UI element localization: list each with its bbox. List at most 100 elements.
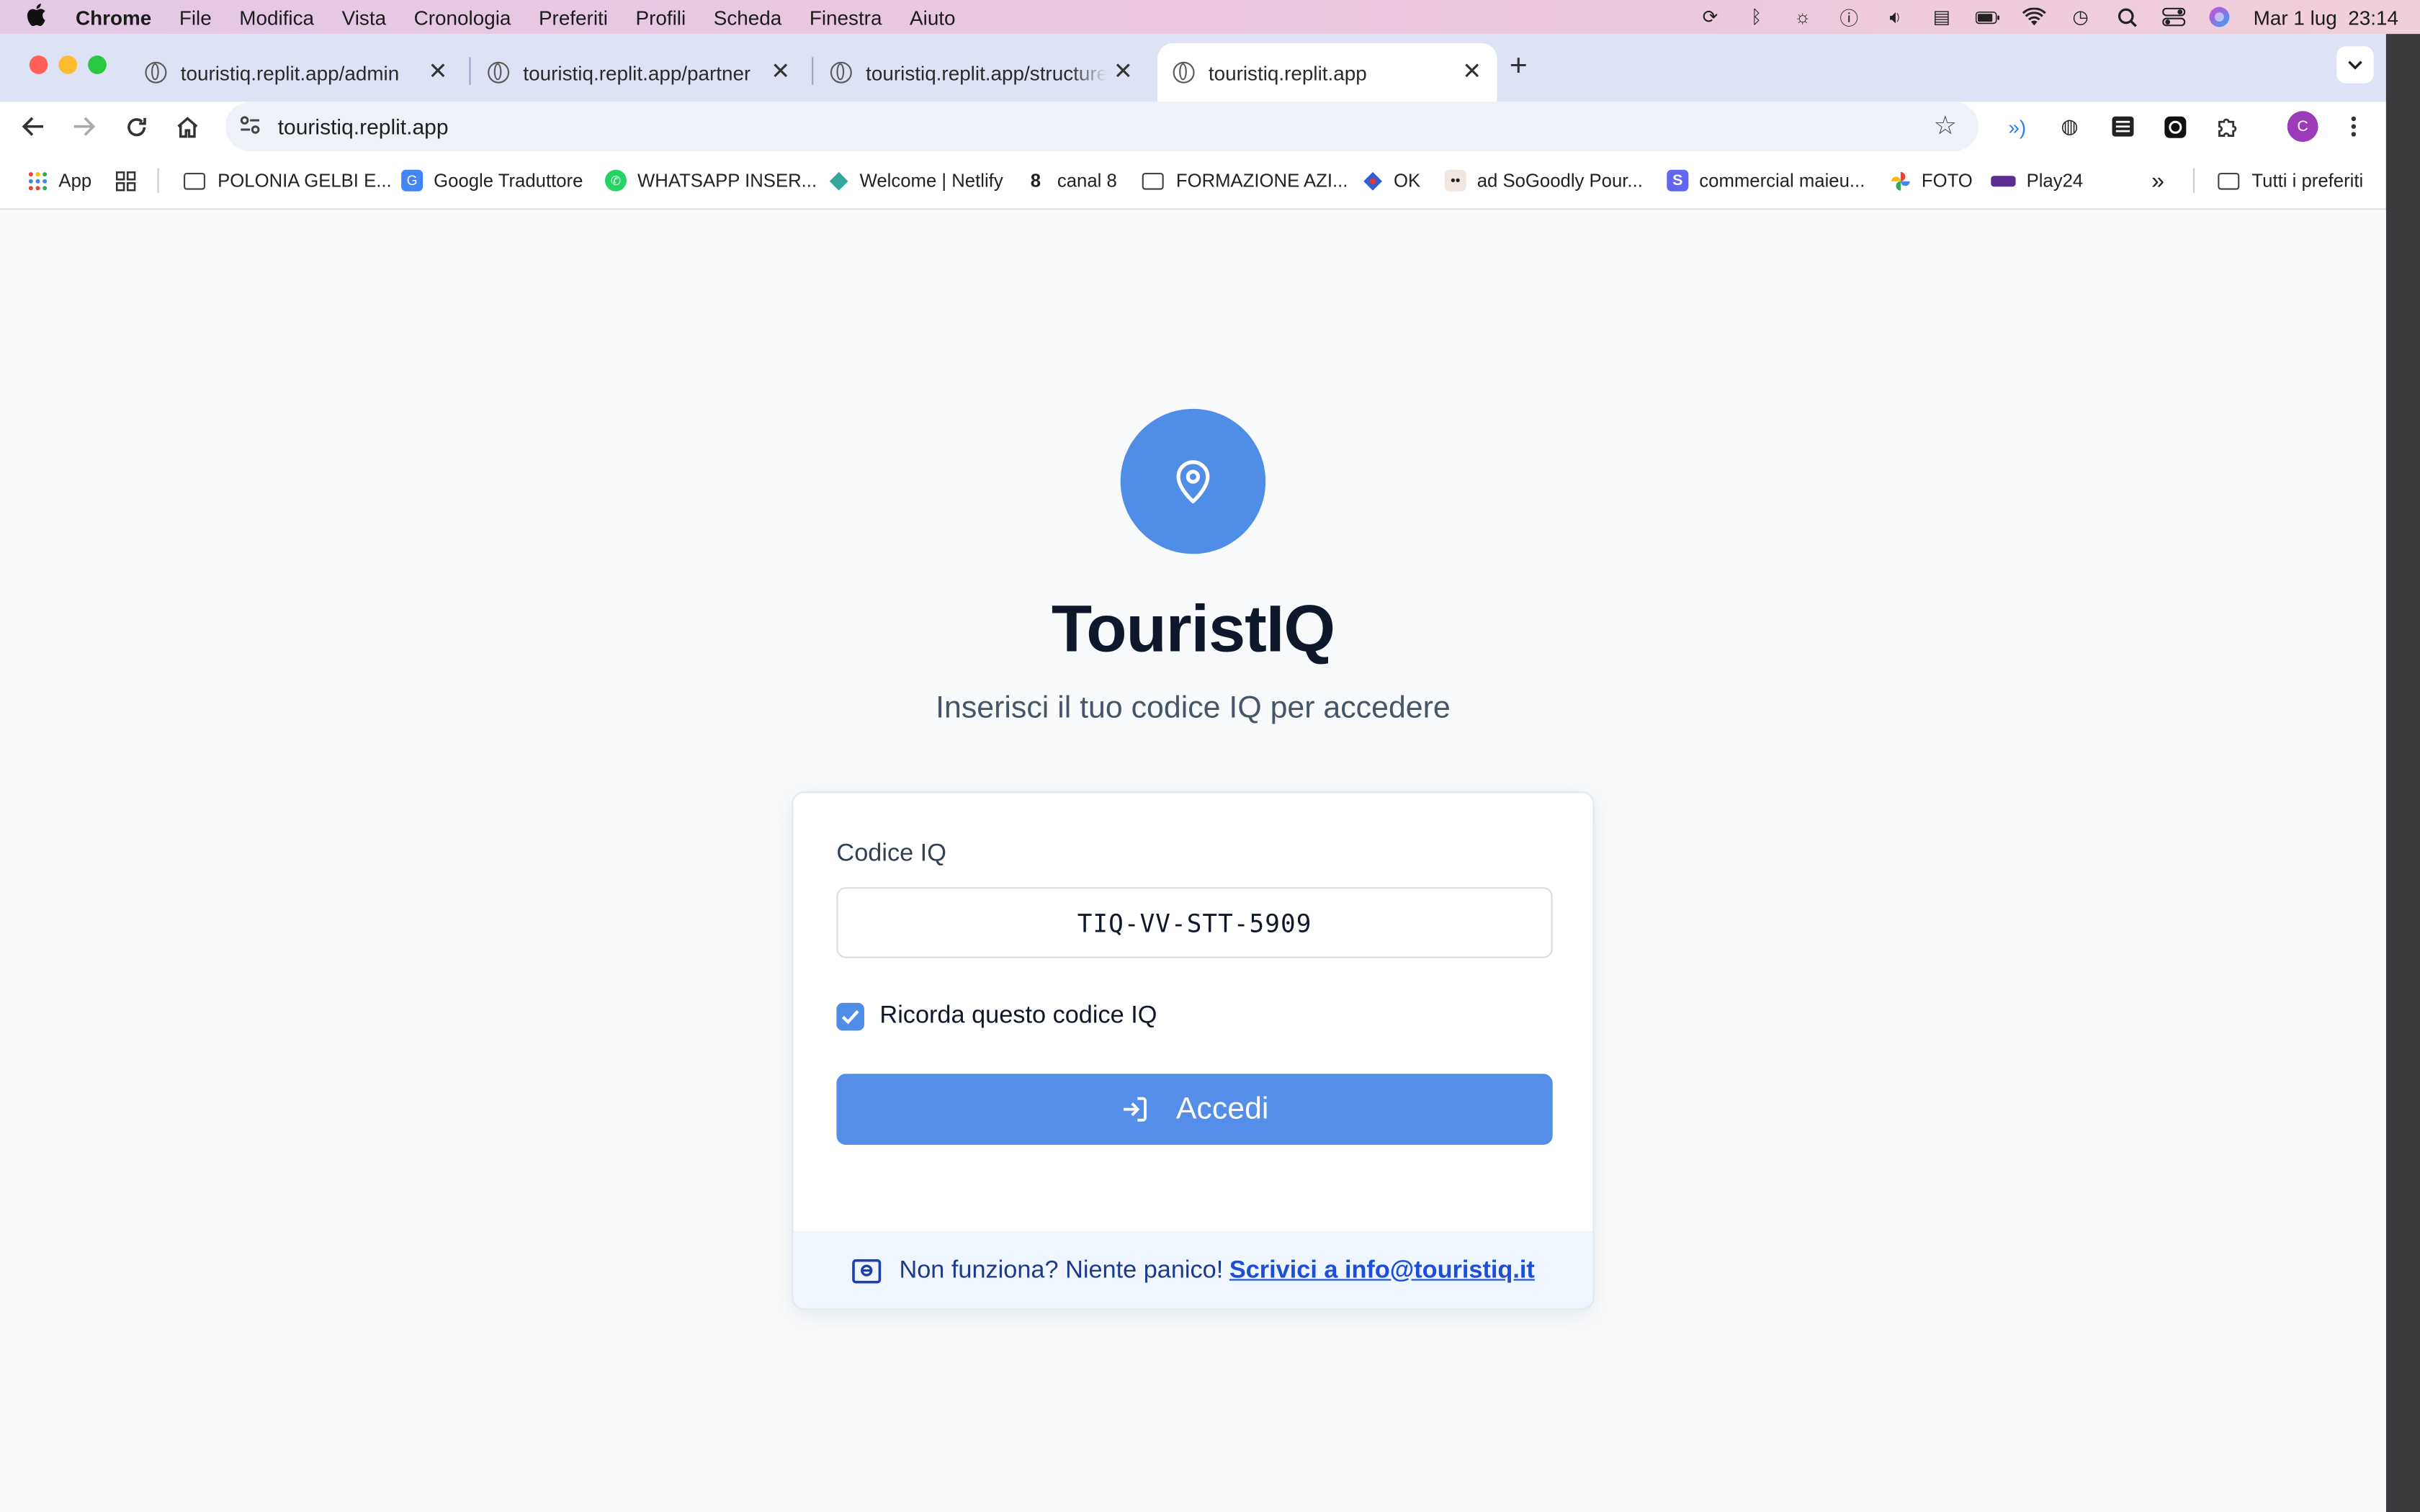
extension-wave-icon[interactable]: »)	[2003, 112, 2031, 140]
back-arrow-icon[interactable]	[17, 111, 48, 142]
iq-code-input[interactable]	[836, 887, 1553, 958]
menu-scheda[interactable]: Scheda	[714, 6, 781, 29]
menu-file[interactable]: File	[179, 6, 212, 29]
menu-preferiti[interactable]: Preferiti	[539, 6, 608, 29]
google-translate-icon: G	[401, 169, 424, 192]
remember-code-row[interactable]: Ricorda questo codice IQ	[836, 1002, 1157, 1031]
bookmark-label: FORMAZIONE AZI...	[1175, 169, 1348, 192]
sogoodly-icon: ••	[1444, 169, 1466, 192]
brightness-icon[interactable]: ☼	[1791, 6, 1815, 28]
bookmark-all-favorites[interactable]: Tutti i preferiti	[2218, 166, 2363, 194]
input-source-icon[interactable]: ▤	[1930, 6, 1954, 28]
bookmark-whatsapp[interactable]: ✆ WHATSAPP INSER...	[605, 166, 817, 194]
login-subtitle: Inserisci il tuo codice IQ per accedere	[936, 691, 1451, 726]
minimize-window-button[interactable]	[58, 55, 78, 74]
tab-divider	[812, 57, 814, 85]
tab-groups-button[interactable]	[115, 166, 147, 194]
time-machine-icon[interactable]: ◷	[2069, 6, 2093, 28]
bookmark-star-icon[interactable]: ☆	[1933, 111, 1957, 142]
bookmark-label: Play24	[2026, 169, 2084, 192]
close-tab-icon[interactable]: ✕	[1462, 57, 1482, 84]
spotlight-search-icon[interactable]	[2115, 6, 2139, 28]
bookmark-ok[interactable]: OK	[1361, 166, 1420, 194]
bookmark-netlify[interactable]: Welcome | Netlify	[828, 166, 1003, 194]
remember-code-checkbox[interactable]	[836, 1002, 864, 1031]
close-tab-icon[interactable]: ✕	[428, 57, 447, 84]
close-window-button[interactable]	[29, 55, 48, 74]
window-controls	[29, 55, 107, 74]
bookmark-sogoodly[interactable]: •• ad SoGoodly Pour...	[1444, 166, 1643, 194]
window-edge-strip	[2385, 34, 2420, 1512]
bookmark-play24[interactable]: Play24	[1991, 166, 2083, 194]
forward-arrow-icon[interactable]	[68, 111, 99, 142]
bookmark-label: FOTO	[1921, 169, 1973, 192]
help-text: Non funziona? Niente panico!	[899, 1256, 1224, 1283]
bookmark-formazione[interactable]: FORMAZIONE AZI...	[1142, 166, 1348, 194]
wifi-icon[interactable]	[2022, 6, 2046, 28]
menubar-clock[interactable]: Mar 1 lug 23:14	[2254, 6, 2398, 29]
tab-divider	[469, 57, 471, 85]
close-tab-icon[interactable]: ✕	[1113, 57, 1133, 84]
new-tab-button[interactable]: +	[1510, 50, 1528, 85]
reload-icon[interactable]	[120, 111, 151, 142]
bookmark-apps[interactable]: App	[26, 166, 91, 194]
siri-icon[interactable]	[2207, 6, 2231, 28]
whatsapp-icon: ✆	[605, 169, 627, 192]
brand-title: TouristIQ	[1051, 592, 1335, 667]
menu-vista[interactable]: Vista	[342, 6, 386, 29]
bookmark-label: Tutti i preferiti	[2251, 169, 2364, 192]
menu-aiuto[interactable]: Aiuto	[910, 6, 956, 29]
home-icon[interactable]	[171, 111, 202, 142]
tab-search-chevron-down-icon[interactable]	[2336, 46, 2374, 84]
help-email-link[interactable]: Scrivici a info@touristiq.it	[1229, 1256, 1535, 1284]
profile-avatar[interactable]: C	[2287, 111, 2318, 143]
extension-globe-icon[interactable]: ◍	[2056, 112, 2084, 140]
bookmark-label: App	[58, 169, 92, 192]
apple-logo-icon[interactable]	[26, 2, 50, 32]
menu-app-name[interactable]: Chrome	[76, 6, 151, 29]
tab-touristiq-active[interactable]: touristiq.replit.app ✕	[1157, 43, 1497, 102]
sync-icon[interactable]: ⟳	[1698, 6, 1722, 28]
bookmark-google-translate[interactable]: G Google Traduttore	[401, 166, 583, 194]
tab-title: touristiq.replit.app	[1208, 60, 1367, 84]
globe-icon	[1173, 61, 1195, 84]
browser-toolbar: touristiq.replit.app ☆ ») ◍ C	[0, 102, 2386, 151]
login-card: Codice IQ Ricorda questo codice IQ Acced…	[792, 791, 1595, 1310]
battery-icon[interactable]	[1975, 6, 2000, 28]
folder-icon	[183, 171, 205, 189]
menu-finestra[interactable]: Finestra	[810, 6, 882, 29]
bookmark-polonia[interactable]: POLONIA GELBI E...	[183, 166, 392, 194]
extension-list-icon[interactable]	[2108, 112, 2136, 140]
help-banner: Non funziona? Niente panico! Scrivici a …	[793, 1231, 1593, 1309]
extension-screen-icon[interactable]	[2161, 112, 2189, 140]
bookmark-commercial[interactable]: S commercial maieu...	[1667, 166, 1865, 194]
play24-icon	[1991, 175, 2016, 186]
zoom-window-button[interactable]	[88, 55, 107, 74]
control-center-icon[interactable]	[2161, 6, 2185, 28]
bookmarks-divider	[2193, 168, 2195, 193]
tab-partner[interactable]: touristiq.replit.app/partner ✕	[472, 43, 806, 102]
bluetooth-icon[interactable]: ᛒ	[1744, 6, 1769, 28]
address-bar[interactable]: touristiq.replit.app ☆	[225, 102, 1979, 151]
address-url: touristiq.replit.app	[277, 114, 449, 139]
extensions-puzzle-icon[interactable]	[2213, 112, 2241, 140]
folder-icon	[1142, 171, 1164, 189]
tab-admin[interactable]: touristiq.replit.app/admin ✕	[130, 43, 463, 102]
login-page: TouristIQ Inserisci il tuo codice IQ per…	[0, 210, 2386, 1512]
menu-cronologia[interactable]: Cronologia	[414, 6, 511, 29]
login-submit-button[interactable]: Accedi	[836, 1074, 1553, 1145]
globe-icon	[830, 61, 852, 84]
close-tab-icon[interactable]: ✕	[771, 57, 790, 84]
bookmark-label: canal 8	[1057, 169, 1117, 192]
tab-structure[interactable]: touristiq.replit.app/structure/ ✕	[815, 43, 1148, 102]
contact-card-icon	[851, 1258, 881, 1283]
menu-profili[interactable]: Profili	[636, 6, 686, 29]
menu-modifica[interactable]: Modifica	[239, 6, 314, 29]
bookmarks-overflow-button[interactable]: »	[2151, 166, 2164, 194]
bookmark-canal-8[interactable]: 8 canal 8	[1025, 166, 1117, 194]
bookmark-foto[interactable]: FOTO	[1889, 166, 1973, 194]
accessibility-icon[interactable]: ⓘ	[1837, 6, 1861, 29]
volume-icon[interactable]: 🔉︎	[1883, 6, 1907, 28]
browser-menu-kebab-icon[interactable]	[2340, 112, 2368, 140]
site-settings-icon[interactable]	[239, 115, 264, 138]
